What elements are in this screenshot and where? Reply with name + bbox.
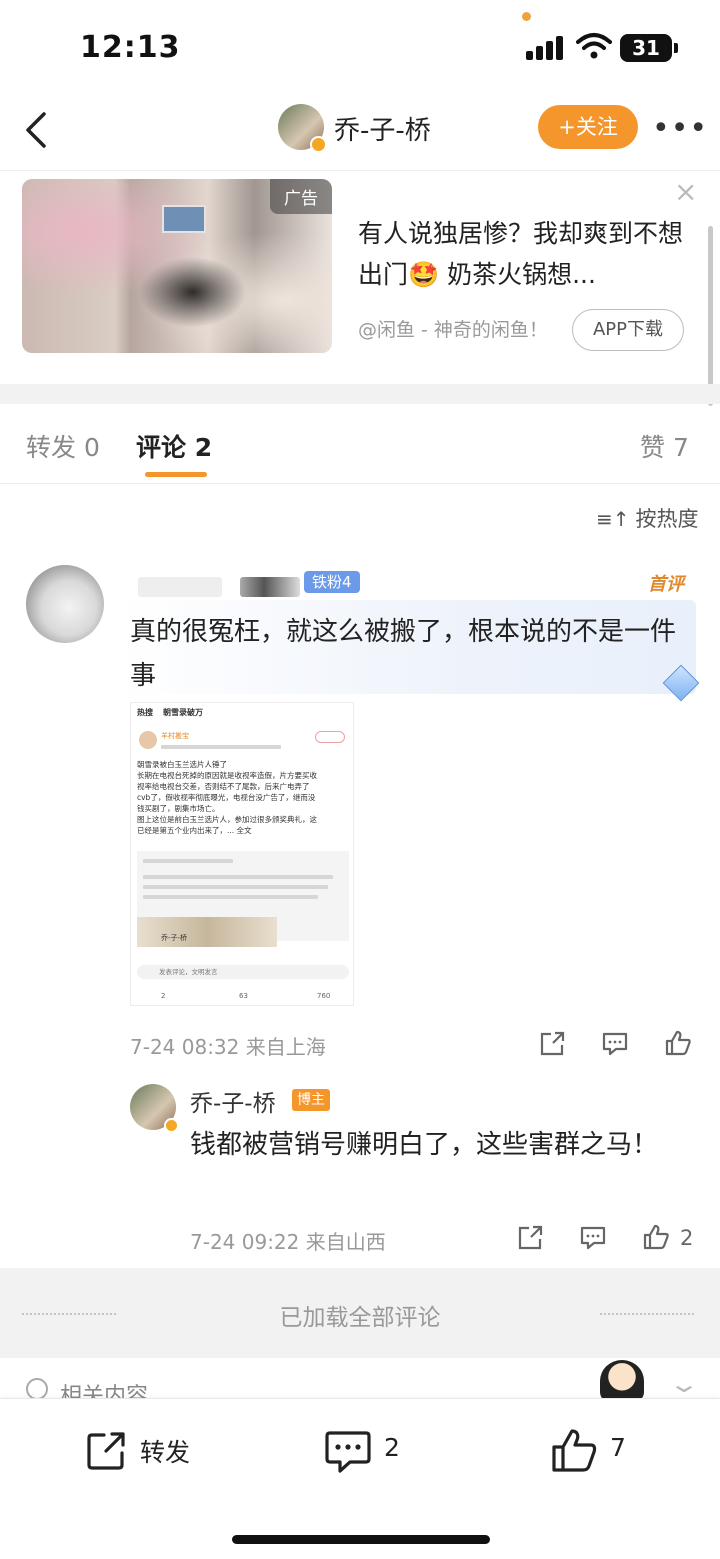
reply-icon[interactable] [601, 1030, 629, 1058]
comment-text[interactable]: 真的很冤枉，就这么被搬了，根本说的不是一件事 [130, 610, 690, 698]
all-comments-loaded-text: 已加载全部评论 [279, 1305, 441, 1331]
sort-icon: ≡↑ [596, 507, 630, 531]
share-icon[interactable] [516, 1224, 544, 1252]
shot-meta-line [161, 745, 281, 749]
section-divider [0, 384, 720, 404]
shot-body: 朝雪录被白玉兰选片人锤了 长期在电视台死掉的原因就是收视率造假，片方要买收 视率… [137, 760, 317, 835]
home-indicator[interactable] [232, 1535, 490, 1544]
close-ad-icon[interactable]: × [674, 175, 697, 208]
ad-card[interactable]: 广告 × 有人说独居惨？我却爽到不想出门🤩 奶茶火锅想... @闲鱼 - 神奇的… [0, 170, 720, 382]
like-button[interactable]: 7 [550, 1429, 640, 1473]
tab-comments[interactable]: 评论 2 [136, 428, 212, 464]
privacy-indicator [522, 12, 531, 21]
ad-image-laptop [162, 205, 206, 233]
fan-level-badge: 铁粉4 [304, 571, 360, 593]
comment-icon [325, 1431, 371, 1473]
like-icon[interactable] [642, 1223, 670, 1251]
verified-badge-icon [310, 136, 327, 153]
related-icon [26, 1378, 48, 1400]
shot-like-count: 760 [317, 992, 331, 1000]
commenter-badge-blurred [240, 577, 300, 597]
shot-follow-button [315, 731, 345, 743]
first-comment-tag: 首评 [648, 574, 684, 595]
shot-quoted-name: 乔-子-桥 [161, 934, 188, 942]
commenter-avatar[interactable] [26, 565, 104, 643]
chevron-down-icon[interactable]: ⌄ [668, 1370, 700, 1398]
reply-meta: 7-24 09:22 来自山西 [190, 1230, 386, 1254]
battery-icon: 31 [620, 34, 678, 62]
shot-quoted-image [137, 917, 277, 947]
reply-like-count: 2 [680, 1226, 694, 1250]
repost-icon [87, 1432, 125, 1470]
shot-comment-count: 63 [239, 992, 248, 1000]
ad-title[interactable]: 有人说独居惨？我却爽到不想出门🤩 奶茶火锅想... [358, 213, 698, 295]
comment-attached-image[interactable]: 热搜 朝雪录破万 羊村搬宝 朝雪录被白玉兰选片人锤了 长期在电视台死掉的原因就是收… [130, 702, 354, 1006]
all-comments-loaded-banner: 已加载全部评论 [0, 1268, 720, 1358]
wifi-icon [576, 33, 612, 59]
comment-meta: 7-24 08:32 来自上海 [130, 1035, 326, 1059]
reply-icon[interactable] [579, 1224, 607, 1252]
status-bar: 12:13 31 [0, 0, 720, 96]
verified-badge-icon [164, 1118, 179, 1133]
active-tab-indicator [145, 472, 207, 477]
shot-header: 热搜 朝雪录破万 [137, 708, 203, 717]
ad-image[interactable]: 广告 [22, 179, 332, 353]
related-content-header[interactable]: 相关内容 ⌄ [0, 1360, 720, 1402]
ad-label: 广告 [270, 179, 332, 214]
reply-text[interactable]: 钱都被营销号赚明白了，这些害群之马！ [190, 1122, 690, 1168]
repost-label: 转发 [140, 1438, 191, 1467]
shot-comment-input: 发表评论，文明发言 [137, 965, 349, 979]
interaction-tabs: 转发 0 评论 2 赞 7 [0, 404, 720, 484]
shot-repost-count: 2 [161, 992, 166, 1000]
author-avatar[interactable] [278, 104, 327, 153]
sort-by-hot-button[interactable]: ≡↑ 按热度 [596, 503, 699, 533]
comment-button[interactable]: 2 [324, 1429, 414, 1473]
status-time: 12:13 [80, 30, 181, 65]
like-icon[interactable] [664, 1029, 692, 1057]
cartoon-sticker [600, 1360, 644, 1402]
tab-repost[interactable]: 转发 0 [26, 428, 100, 464]
like-icon [552, 1429, 597, 1472]
shot-avatar [139, 731, 157, 749]
ad-source: @闲鱼 - 神奇的闲鱼！ [358, 319, 548, 341]
commenter-name-blurred[interactable] [138, 577, 222, 597]
share-icon[interactable] [538, 1030, 566, 1058]
scrollbar[interactable] [708, 226, 713, 406]
blogger-badge: 博主 [292, 1089, 330, 1111]
back-arrow-icon[interactable] [18, 108, 58, 152]
tab-likes[interactable]: 赞 7 [640, 428, 689, 464]
dotted-divider [600, 1313, 694, 1315]
app-download-button[interactable]: APP下载 [572, 309, 684, 351]
more-options-icon[interactable]: ••• [652, 111, 708, 146]
shot-username: 羊村搬宝 [161, 732, 189, 740]
reply-author-name[interactable]: 乔-子-桥 [190, 1084, 276, 1118]
like-count: 7 [610, 1433, 626, 1462]
comment-count: 2 [384, 1433, 400, 1462]
cellular-signal-icon [526, 36, 566, 60]
top-nav-bar: 乔-子-桥 +关注 ••• [0, 96, 720, 168]
bottom-action-bar: 转发 2 7 [0, 1398, 720, 1559]
repost-button[interactable]: 转发 [84, 1429, 204, 1473]
reply-avatar[interactable] [130, 1084, 179, 1133]
follow-button[interactable]: +关注 [538, 105, 638, 149]
author-name[interactable]: 乔-子-桥 [334, 110, 431, 147]
sort-label: 按热度 [635, 507, 699, 531]
